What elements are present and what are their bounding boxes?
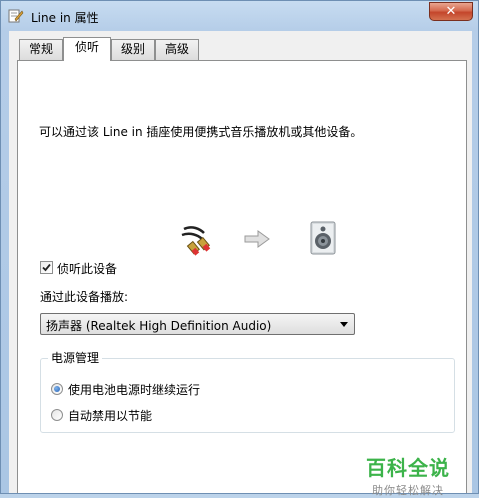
tab-panel-listen: 可以通过该 Line in 插座使用便携式音乐播放机或其他设备。 侦听此设备 通… <box>17 60 467 497</box>
title-bar[interactable]: Line in 属性 ✕ <box>1 1 478 31</box>
close-icon: ✕ <box>445 4 457 19</box>
properties-app-icon <box>8 9 24 23</box>
listen-to-device-checkbox[interactable] <box>40 261 53 274</box>
watermark-main: 百科全说 <box>366 456 450 480</box>
tab-listen[interactable]: 侦听 <box>63 37 111 61</box>
dialog-client: 常规 侦听 级别 高级 可以通过该 Line in 插座使用便携式音乐播放机或其… <box>9 31 472 497</box>
power-management-title: 电源管理 <box>48 349 103 366</box>
playback-device-label: 通过此设备播放: <box>40 290 129 304</box>
watermark-sub: 助你轻松解决 <box>372 484 444 497</box>
tab-label: 高级 <box>164 42 189 56</box>
speaker-icon <box>310 221 336 255</box>
radio-button[interactable] <box>51 409 63 421</box>
arrow-right-icon <box>244 230 270 248</box>
tab-general[interactable]: 常规 <box>19 39 63 60</box>
radio-button-selected[interactable] <box>51 383 63 395</box>
close-button[interactable]: ✕ <box>429 2 473 21</box>
checkmark-icon <box>42 263 51 272</box>
playback-device-value: 扬声器 (Realtek High Definition Audio) <box>46 319 272 333</box>
watermark: 百科全说 助你轻松解决 <box>358 452 458 498</box>
audio-cable-icon <box>181 226 211 256</box>
chevron-down-icon <box>340 322 348 327</box>
tab-label: 侦听 <box>74 40 99 54</box>
listen-to-device-label: 侦听此设备 <box>57 262 118 276</box>
radio-label: 使用电池电源时继续运行 <box>68 383 201 397</box>
listen-description: 可以通过该 Line in 插座使用便携式音乐播放机或其他设备。 <box>39 125 363 139</box>
window-title: Line in 属性 <box>31 11 99 25</box>
playback-device-dropdown[interactable]: 扬声器 (Realtek High Definition Audio) <box>40 313 355 335</box>
tab-advanced[interactable]: 高级 <box>155 39 199 60</box>
tab-label: 级别 <box>120 42 145 56</box>
properties-window: Line in 属性 ✕ 常规 侦听 级别 高级 可以通过该 Line in 插… <box>0 0 479 497</box>
tab-label: 常规 <box>28 42 53 56</box>
radio-label: 自动禁用以节能 <box>68 409 153 423</box>
tab-levels[interactable]: 级别 <box>111 39 155 60</box>
